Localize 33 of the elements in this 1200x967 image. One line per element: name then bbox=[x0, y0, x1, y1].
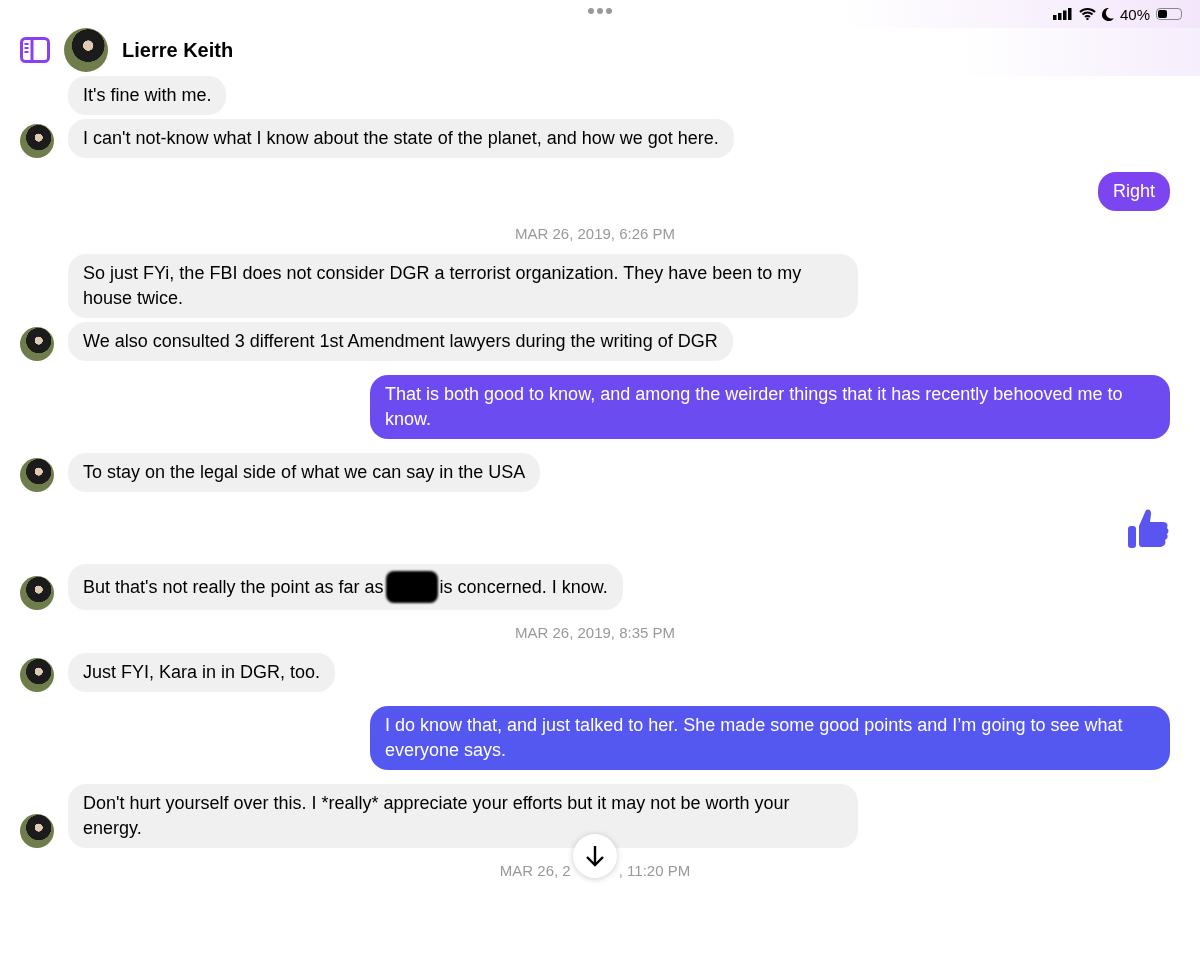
message-bubble: Right bbox=[1097, 172, 1170, 211]
contact-avatar[interactable] bbox=[20, 814, 54, 848]
contact-avatar[interactable] bbox=[20, 658, 54, 692]
contact-name: Lierre Keith bbox=[122, 38, 234, 62]
contact-avatar[interactable] bbox=[20, 124, 54, 158]
message-bubble: So just FYi, the FBI does not consider DGR a terrorist organization. They have been to my house twice. bbox=[68, 254, 858, 318]
redaction-mark bbox=[385, 571, 438, 603]
message-bubble: I can't not-know what I know about the state of the planet, and how we got here. bbox=[68, 119, 734, 158]
battery-icon bbox=[1156, 8, 1182, 20]
timestamp: MAR 26, 2 bbox=[499, 862, 571, 879]
down-arrow-icon bbox=[584, 844, 605, 867]
more-icon[interactable] bbox=[588, 8, 612, 14]
contact-avatar[interactable] bbox=[64, 28, 108, 72]
battery-percent: 40% bbox=[1119, 5, 1150, 23]
moon-icon bbox=[1101, 7, 1114, 21]
message-bubble: Just FYI, Kara in in DGR, too. bbox=[68, 653, 336, 692]
message-bubble: To stay on the legal side of what we can say in the USA bbox=[68, 453, 541, 492]
message-text: is concerned. I know. bbox=[439, 575, 608, 599]
message-bubble: That is both good to know, and among the weirder things that it has recently behooved me to know. bbox=[370, 375, 1170, 439]
timestamp: MAR 26, 2019, 6:26 PM bbox=[514, 225, 676, 242]
sidebar-icon[interactable] bbox=[20, 37, 50, 63]
message-bubble: Don't hurt yourself over this. I *really* appreciate your efforts but it may not be worth your energy. bbox=[68, 784, 858, 848]
contact-avatar[interactable] bbox=[20, 327, 54, 361]
timestamp: , 11:20 PM bbox=[618, 862, 691, 879]
contact-avatar[interactable] bbox=[20, 458, 54, 492]
wifi-icon bbox=[1078, 8, 1096, 20]
message-bubble: I do know that, and just talked to her. She made some good points and I’m going to see what everyone says. bbox=[370, 706, 1170, 770]
timestamp: MAR 26, 2019, 8:35 PM bbox=[514, 624, 676, 641]
message-bubble: It's fine with me. bbox=[68, 76, 227, 115]
contact-avatar[interactable] bbox=[20, 576, 54, 610]
message-text: But that's not really the point as far as bbox=[83, 575, 384, 599]
message-bubble: We also consulted 3 different 1st Amendment lawyers during the writing of DGR bbox=[68, 322, 733, 361]
signal-icon bbox=[1052, 8, 1073, 20]
